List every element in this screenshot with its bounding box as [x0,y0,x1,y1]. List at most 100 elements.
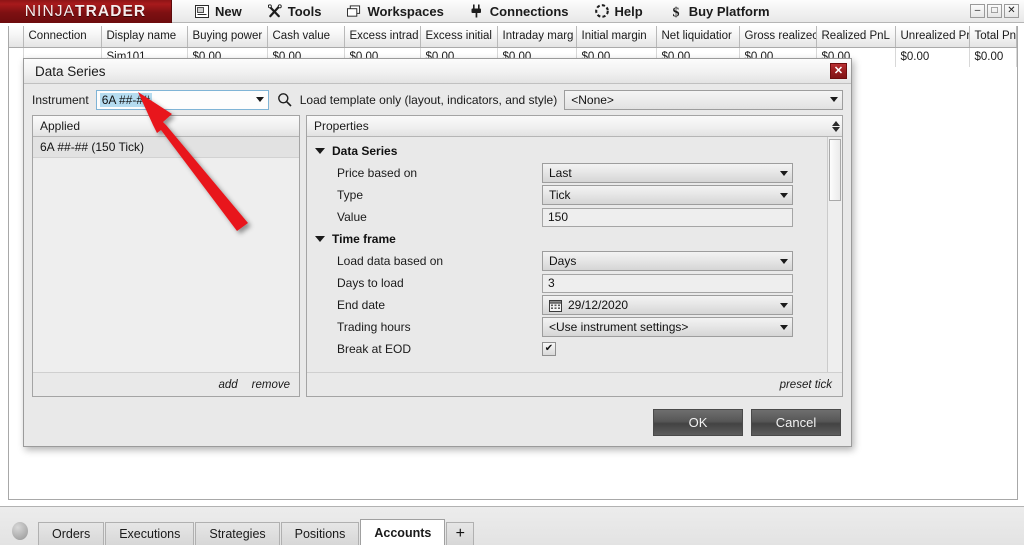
properties-scroll-area: Data Series Price based on Last Type Tic… [307,137,827,372]
menu-items: New Tools Workspaces Connections Help $ … [172,0,970,22]
property-label-end-date: End date [337,298,386,312]
trading-hours-value: <Use instrument settings> [549,320,689,334]
price-based-on-combo[interactable]: Last [542,163,793,183]
template-value: <None> [571,92,614,107]
menu-item-help[interactable]: Help [582,0,656,23]
cell-unrealized-pnl: $0.00 [895,47,970,67]
triangle-down-icon [315,236,325,242]
column-header-buying-power[interactable]: Buying power [187,26,268,48]
end-date-combo[interactable]: 29/12/2020 [542,295,793,315]
list-item[interactable]: 6A ##-## (150 Tick) [33,137,299,158]
add-tab-button[interactable]: + [446,522,475,545]
preset-tick-button[interactable]: preset tick [780,379,832,391]
load-data-based-on-combo[interactable]: Days [542,251,793,271]
logo-text-ninja: NINJA [24,2,76,20]
properties-panel: Properties Data Series Price based on La… [306,115,843,397]
column-header-unrealized-pnl[interactable]: Unrealized Pr [895,26,970,48]
column-header-excess-intraday[interactable]: Excess intrad [344,26,421,48]
chevron-down-icon [780,192,788,198]
end-date-value: 29/12/2020 [568,298,629,312]
svg-text:$: $ [672,5,679,19]
remove-button[interactable]: remove [252,379,290,391]
group-header-time-frame-label: Time frame [332,232,396,246]
menu-item-help-label: Help [614,3,643,19]
connection-status-indicator [12,522,28,540]
chevron-down-icon [780,170,788,176]
property-label-load-data-based-on: Load data based on [337,254,444,268]
applied-footer: add remove [33,372,299,396]
tab-positions[interactable]: Positions [280,522,360,545]
menu-item-connections[interactable]: Connections [457,0,582,23]
dialog-actions: OK Cancel [653,409,841,436]
minimize-button[interactable]: – [970,4,985,18]
menu-item-new[interactable]: New [182,0,255,23]
dialog-close-button[interactable]: ✕ [830,63,847,79]
column-header-initial-margin[interactable]: Initial margin [576,26,657,48]
menu-item-new-label: New [215,3,242,19]
type-combo[interactable]: Tick [542,185,793,205]
price-based-on-value: Last [549,166,572,180]
logo-text-trader: TRADER [75,2,147,20]
properties-body: Data Series Price based on Last Type Tic… [307,137,842,372]
load-data-based-on-value: Days [549,254,577,268]
column-header-excess-initial[interactable]: Excess initial [420,26,498,48]
menu-item-tools[interactable]: Tools [255,0,335,23]
group-header-data-series-label: Data Series [332,144,398,158]
property-row-end-date: End date 29/12/2020 [307,294,827,316]
menu-item-workspaces[interactable]: Workspaces [334,0,456,23]
property-row-type: Type Tick [307,184,827,206]
tab-orders[interactable]: Orders [38,522,105,545]
tab-accounts[interactable]: Accounts [360,519,446,545]
group-header-time-frame[interactable]: Time frame [307,228,827,250]
instrument-combo[interactable]: 6A ##-## [95,89,270,110]
maximize-button[interactable]: □ [987,4,1002,18]
property-label-value: Value [337,210,367,224]
chevron-up-icon [832,120,840,126]
add-button[interactable]: add [218,379,237,391]
properties-footer: preset tick [307,372,842,396]
break-at-eod-checkbox[interactable]: ✔ [542,342,556,356]
column-header-realized-pnl[interactable]: Realized PnL [816,26,896,48]
column-header-display-name[interactable]: Display name [101,26,188,48]
cancel-button[interactable]: Cancel [751,409,841,436]
properties-sort-arrows[interactable] [832,120,842,132]
tools-icon [267,4,282,18]
ok-button[interactable]: OK [653,409,743,436]
column-header-total-pnl[interactable]: Total PnL [969,26,1017,48]
new-window-icon [195,4,209,18]
dialog-title: Data Series [35,63,106,79]
search-icon[interactable] [276,91,292,108]
column-header-intraday-margin[interactable]: Intraday marg [497,26,577,48]
tab-executions[interactable]: Executions [105,522,195,545]
trading-hours-combo[interactable]: <Use instrument settings> [542,317,793,337]
property-label-days-to-load: Days to load [337,276,404,290]
properties-header: Properties [307,116,842,137]
column-header-connection[interactable]: Connection [23,26,102,48]
chevron-down-icon [832,126,840,132]
menu-item-buy-platform[interactable]: $ Buy Platform [656,0,783,23]
properties-scrollbar-thumb[interactable] [829,139,841,201]
close-window-button[interactable]: ✕ [1004,4,1019,18]
property-label-type: Type [337,188,364,202]
property-row-load-data-based-on: Load data based on Days [307,250,827,272]
chevron-down-icon [256,97,265,102]
main-menu-bar: NINJATRADER New Tools Workspaces Connect… [0,0,1024,23]
dialog-toolbar: Instrument 6A ##-## Load template only (… [24,84,851,115]
template-combo[interactable]: <None> [564,89,843,110]
days-to-load-input[interactable]: 3 [542,273,793,293]
menu-item-buy-platform-label: Buy Platform [688,3,770,19]
column-header-net-liquidation[interactable]: Net liquidatior [656,26,740,48]
property-row-days-to-load: Days to load 3 [307,272,827,294]
value-input[interactable]: 150 [542,207,793,227]
group-header-data-series[interactable]: Data Series [307,140,827,162]
calendar-icon [549,299,562,312]
property-label-trading-hours: Trading hours [337,320,411,334]
tab-strategies[interactable]: Strategies [195,522,280,545]
column-header-gross-realized[interactable]: Gross realizec [739,26,817,48]
applied-panel: Applied 6A ##-## (150 Tick) add remove [32,115,300,397]
properties-scrollbar[interactable] [827,137,842,372]
dialog-title-bar[interactable]: Data Series ✕ [24,59,851,84]
help-icon [594,4,609,18]
column-header-cash-value[interactable]: Cash value [267,26,345,48]
cell-total-pnl: $0.00 [969,47,1017,67]
